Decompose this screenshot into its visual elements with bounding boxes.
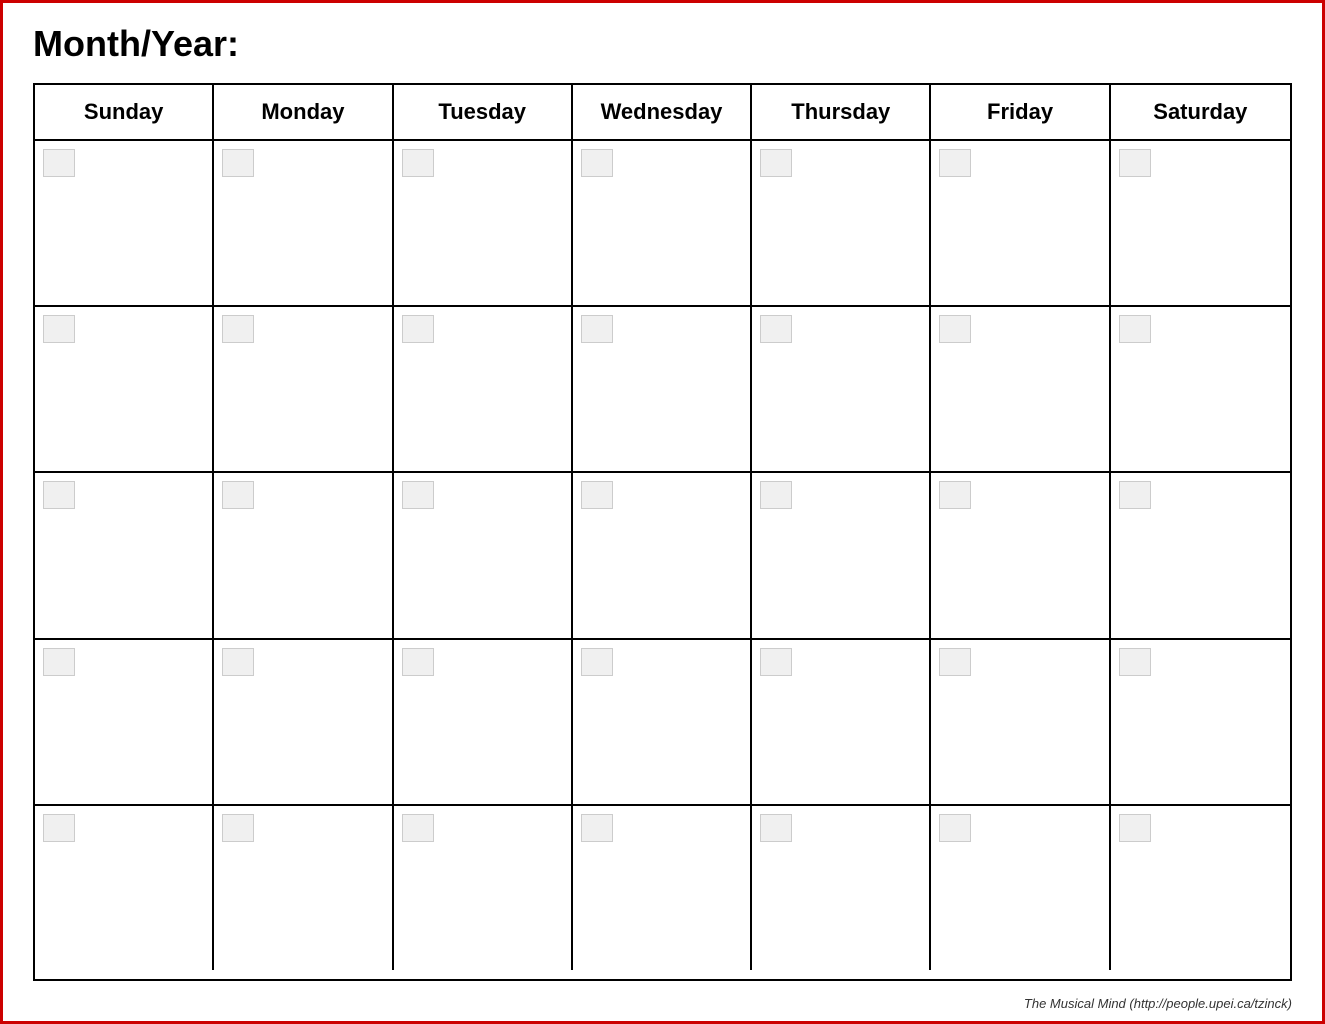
date-box (760, 814, 792, 842)
calendar-cell (573, 806, 752, 970)
header-monday: Monday (214, 85, 393, 139)
calendar-cell (752, 141, 931, 305)
date-box (1119, 149, 1151, 177)
calendar-cell (1111, 141, 1290, 305)
date-box (760, 149, 792, 177)
date-box (939, 481, 971, 509)
date-box (222, 315, 254, 343)
date-box (581, 315, 613, 343)
date-box (1119, 315, 1151, 343)
header-wednesday: Wednesday (573, 85, 752, 139)
date-box (402, 814, 434, 842)
date-box (939, 814, 971, 842)
calendar-cell (752, 473, 931, 637)
date-box (581, 149, 613, 177)
date-box (760, 315, 792, 343)
calendar-row (35, 640, 1290, 806)
date-box (402, 315, 434, 343)
date-box (43, 149, 75, 177)
date-box (222, 648, 254, 676)
calendar-container: Sunday Monday Tuesday Wednesday Thursday… (33, 83, 1292, 981)
date-box (581, 648, 613, 676)
calendar-cell (1111, 473, 1290, 637)
date-box (939, 315, 971, 343)
date-box (43, 814, 75, 842)
header-sunday: Sunday (35, 85, 214, 139)
date-box (222, 814, 254, 842)
calendar-cell (931, 473, 1110, 637)
calendar-cell (394, 806, 573, 970)
calendar-cell (214, 473, 393, 637)
date-box (402, 481, 434, 509)
calendar-cell (214, 141, 393, 305)
page-wrapper: Month/Year: Sunday Monday Tuesday Wednes… (0, 0, 1325, 1024)
date-box (939, 149, 971, 177)
calendar-row (35, 141, 1290, 307)
calendar-cell (394, 640, 573, 804)
date-box (43, 315, 75, 343)
calendar-cell (573, 307, 752, 471)
date-box (581, 814, 613, 842)
calendar-cell (752, 806, 931, 970)
calendar-cell (35, 141, 214, 305)
calendar-cell (931, 141, 1110, 305)
calendar-cell (1111, 307, 1290, 471)
calendar-cell (573, 640, 752, 804)
date-box (760, 648, 792, 676)
calendar-cell (214, 806, 393, 970)
date-box (43, 648, 75, 676)
calendar-body (35, 141, 1290, 970)
calendar-cell (35, 473, 214, 637)
calendar-cell (931, 640, 1110, 804)
date-box (760, 481, 792, 509)
calendar-row (35, 307, 1290, 473)
date-box (222, 481, 254, 509)
calendar-row (35, 473, 1290, 639)
calendar-cell (1111, 640, 1290, 804)
calendar-cell (394, 141, 573, 305)
date-box (222, 149, 254, 177)
date-box (43, 481, 75, 509)
calendar-cell (214, 640, 393, 804)
calendar-cell (394, 473, 573, 637)
date-box (1119, 648, 1151, 676)
calendar-cell (1111, 806, 1290, 970)
calendar-row (35, 806, 1290, 970)
header-tuesday: Tuesday (394, 85, 573, 139)
header-thursday: Thursday (752, 85, 931, 139)
date-box (402, 648, 434, 676)
calendar-cell (752, 640, 931, 804)
date-box (1119, 481, 1151, 509)
calendar-cell (752, 307, 931, 471)
calendar-cell (573, 141, 752, 305)
calendar-cell (931, 806, 1110, 970)
header-saturday: Saturday (1111, 85, 1290, 139)
calendar-cell (573, 473, 752, 637)
header-friday: Friday (931, 85, 1110, 139)
date-box (581, 481, 613, 509)
calendar-header: Sunday Monday Tuesday Wednesday Thursday… (35, 85, 1290, 141)
calendar-cell (35, 806, 214, 970)
date-box (939, 648, 971, 676)
date-box (1119, 814, 1151, 842)
calendar-cell (214, 307, 393, 471)
month-year-label: Month/Year: (33, 23, 1292, 65)
calendar-cell (35, 307, 214, 471)
footer-credit: The Musical Mind (http://people.upei.ca/… (1024, 996, 1292, 1011)
calendar-cell (35, 640, 214, 804)
calendar-cell (394, 307, 573, 471)
calendar-cell (931, 307, 1110, 471)
date-box (402, 149, 434, 177)
